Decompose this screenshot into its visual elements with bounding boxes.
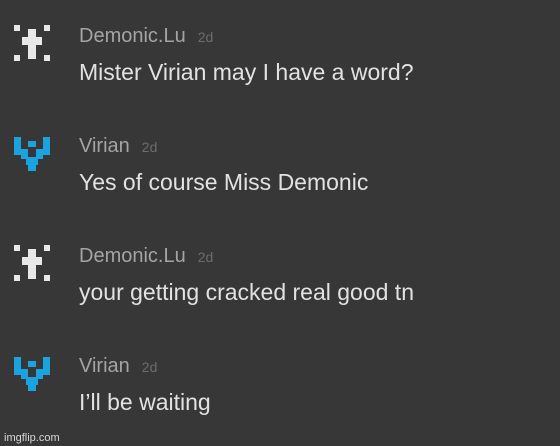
- message-header: Virian 2d: [79, 135, 157, 159]
- username[interactable]: Virian: [79, 355, 130, 378]
- message-text: I’ll be waiting: [79, 389, 211, 415]
- message-text: Mister Virian may I have a word?: [79, 59, 414, 85]
- pixel-cross-icon: [14, 25, 50, 61]
- timestamp: 2d: [141, 359, 158, 375]
- timestamp: 2d: [197, 29, 214, 45]
- chat-message: Virian 2d Yes of course Miss Demonic: [0, 135, 560, 235]
- avatar[interactable]: [14, 355, 50, 391]
- timestamp: 2d: [197, 249, 214, 265]
- message-text: Yes of course Miss Demonic: [79, 169, 369, 195]
- chat-message: Virian 2d I’ll be waiting: [0, 355, 560, 446]
- watermark: imgflip.com: [4, 432, 60, 444]
- chat-message: Demonic.Lu 2d your getting cracked real …: [0, 245, 560, 345]
- pixel-v-icon: [14, 137, 50, 171]
- timestamp: 2d: [141, 139, 158, 155]
- avatar[interactable]: [14, 245, 50, 281]
- username[interactable]: Virian: [79, 135, 130, 158]
- username[interactable]: Demonic.Lu: [79, 245, 186, 268]
- pixel-cross-icon: [14, 245, 50, 281]
- message-header: Virian 2d: [79, 355, 157, 379]
- avatar[interactable]: [14, 25, 50, 61]
- avatar[interactable]: [14, 135, 50, 171]
- chat-message: Demonic.Lu 2d Mister Virian may I have a…: [0, 25, 560, 125]
- chat-log: Demonic.Lu 2d Mister Virian may I have a…: [0, 0, 560, 446]
- message-text: your getting cracked real good tn: [79, 279, 414, 305]
- message-header: Demonic.Lu 2d: [79, 245, 213, 269]
- username[interactable]: Demonic.Lu: [79, 25, 186, 48]
- pixel-v-icon: [14, 357, 50, 391]
- message-header: Demonic.Lu 2d: [79, 25, 213, 49]
